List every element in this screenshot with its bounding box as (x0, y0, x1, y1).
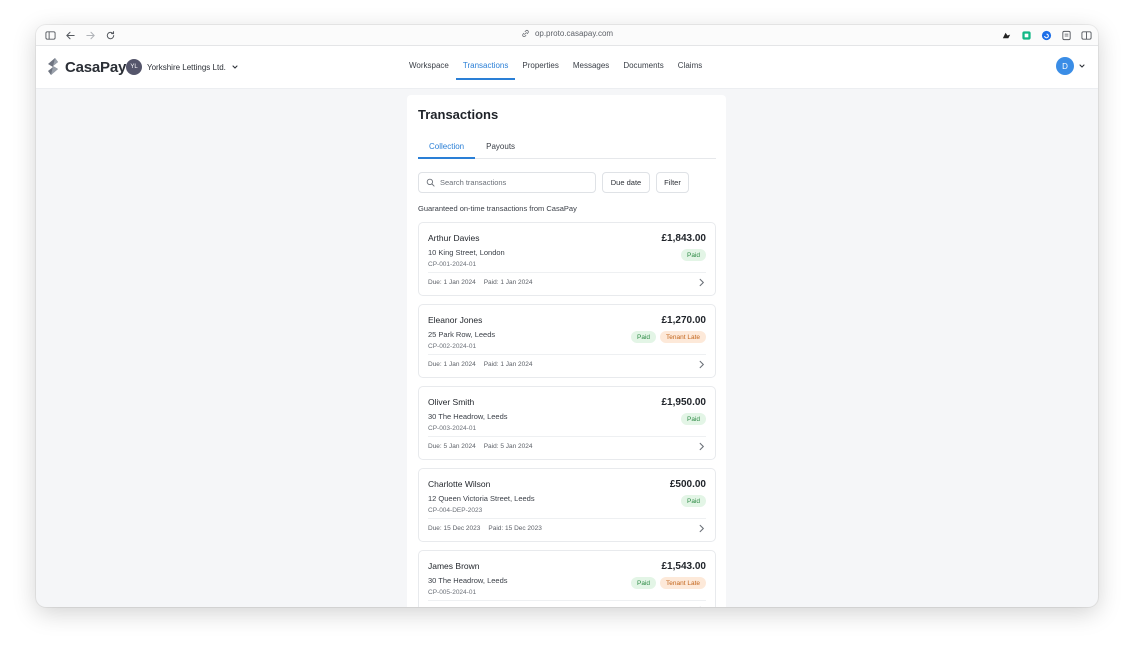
chevron-right-icon[interactable] (697, 442, 706, 451)
brand-name: CasaPay (65, 58, 127, 76)
address-bar[interactable]: op.proto.casapay.com (36, 29, 1098, 38)
transaction-reference: CP-005-2024-01 (428, 589, 477, 596)
paid-date: Paid: 1 Jan 2024 (483, 279, 533, 286)
due-date: Due: 1 Jan 2024 (428, 279, 476, 286)
extension-logo-icon[interactable] (1000, 29, 1012, 41)
due-date: Due: 15 Dec 2023 (428, 525, 481, 532)
transaction-amount: £1,950.00 (661, 397, 707, 408)
transaction-reference: CP-002-2024-01 (428, 343, 477, 350)
browser-toolbar: op.proto.casapay.com (36, 25, 1098, 46)
tenant-name: Charlotte Wilson (428, 479, 491, 489)
extension-green-icon[interactable] (1020, 29, 1032, 41)
nav-messages[interactable]: Messages (566, 56, 616, 88)
casapay-logo-icon (48, 58, 58, 75)
tab-collection[interactable]: Collection (418, 138, 476, 159)
org-avatar: YL (126, 59, 142, 75)
property-address: 30 The Headrow, Leeds (428, 576, 508, 585)
user-menu[interactable]: D (1056, 57, 1086, 75)
nav-documents[interactable]: Documents (616, 56, 670, 88)
browser-window: op.proto.casapay.com CasaPay YL Yorkshir… (36, 25, 1098, 607)
property-address: 25 Park Row, Leeds (428, 330, 496, 339)
transaction-amount: £1,543.00 (661, 561, 707, 572)
transaction-card[interactable]: Arthur Davies 10 King Street, London CP-00… (418, 222, 716, 296)
tenant-name: Oliver Smith (428, 397, 475, 407)
status-badge: Tenant Late (660, 331, 706, 343)
tab-payouts[interactable]: Payouts (475, 138, 526, 159)
divider (428, 436, 706, 437)
transaction-amount: £500.00 (669, 479, 706, 490)
status-badge: Paid (631, 577, 657, 589)
chevron-right-icon[interactable] (697, 278, 706, 287)
transaction-card[interactable]: Charlotte Wilson 12 Queen Victoria Street… (418, 468, 716, 542)
chevron-right-icon[interactable] (697, 606, 706, 607)
transaction-card[interactable]: Oliver Smith 30 The Headrow, Leeds CP-003-… (418, 386, 716, 460)
tenant-name: James Brown (428, 561, 480, 571)
tab-bar: Collection Payouts (418, 138, 716, 159)
org-switcher[interactable]: YL Yorkshire Lettings Ltd. (126, 58, 239, 76)
transaction-amount: £1,843.00 (661, 233, 707, 244)
property-address: 12 Queen Victoria Street, Leeds (428, 494, 535, 503)
status-badge: Tenant Late (660, 577, 706, 589)
tenant-name: Arthur Davies (428, 233, 480, 243)
nav-transactions[interactable]: Transactions (455, 56, 516, 80)
tenant-name: Eleanor Jones (428, 315, 483, 325)
transactions-panel: Transactions CollectionPayouts Due date … (407, 95, 726, 607)
divider (428, 600, 706, 601)
main-nav: Workspace Transactions Properties Messages D… (402, 56, 709, 88)
search-box[interactable] (418, 172, 596, 193)
link-icon (522, 29, 529, 38)
page-title: Transactions (418, 107, 499, 122)
due-date-button[interactable]: Due date (602, 172, 650, 193)
casapay-logo[interactable]: CasaPay (47, 57, 126, 77)
status-badge: Paid (680, 495, 706, 507)
chevron-right-icon[interactable] (697, 524, 706, 533)
search-input[interactable] (440, 178, 590, 187)
due-date: Due: 1 Jan 2024 (428, 361, 476, 368)
paid-date: Paid: 1 Jan 2024 (483, 361, 533, 368)
property-address: 30 The Headrow, Leeds (428, 412, 508, 421)
transaction-card[interactable]: James Brown 30 The Headrow, Leeds CP-005-2… (418, 550, 716, 607)
paid-date: Paid: 15 Dec 2023 (488, 525, 542, 532)
transaction-amount: £1,270.00 (661, 315, 707, 326)
divider (428, 518, 706, 519)
status-badge: Paid (680, 413, 706, 425)
property-address: 10 King Street, London (428, 248, 505, 257)
status-badge: Paid (680, 249, 706, 261)
filter-button[interactable]: Filter (656, 172, 689, 193)
chevron-right-icon[interactable] (697, 360, 706, 369)
reader-icon[interactable] (1060, 29, 1072, 41)
divider (428, 354, 706, 355)
due-date: Due: 5 Jan 2024 (428, 443, 476, 450)
chevron-down-icon (1079, 64, 1085, 68)
app-header: CasaPay YL Yorkshire Lettings Ltd. Works… (36, 46, 1098, 89)
user-avatar: D (1056, 57, 1074, 75)
chevron-down-icon (232, 65, 238, 69)
split-view-icon[interactable] (1080, 29, 1092, 41)
org-name: Yorkshire Lettings Ltd. (147, 62, 226, 72)
paid-date: Paid: 5 Jan 2024 (483, 443, 533, 450)
list-subtitle: Guaranteed on-time transactions from Cas… (418, 204, 577, 213)
transaction-card[interactable]: Eleanor Jones 25 Park Row, Leeds CP-002-20… (418, 304, 716, 378)
nav-workspace[interactable]: Workspace (402, 56, 456, 88)
transaction-reference: CP-003-2024-01 (428, 425, 477, 432)
url-text: op.proto.casapay.com (534, 29, 614, 38)
transaction-reference: CP-004-DEP-2023 (428, 507, 483, 514)
nav-claims[interactable]: Claims (671, 56, 709, 88)
divider (428, 272, 706, 273)
extension-blue-icon[interactable] (1040, 29, 1052, 41)
transaction-reference: CP-001-2024-01 (428, 261, 477, 268)
nav-properties[interactable]: Properties (515, 56, 565, 88)
status-badge: Paid (631, 331, 657, 343)
search-icon (426, 178, 435, 187)
